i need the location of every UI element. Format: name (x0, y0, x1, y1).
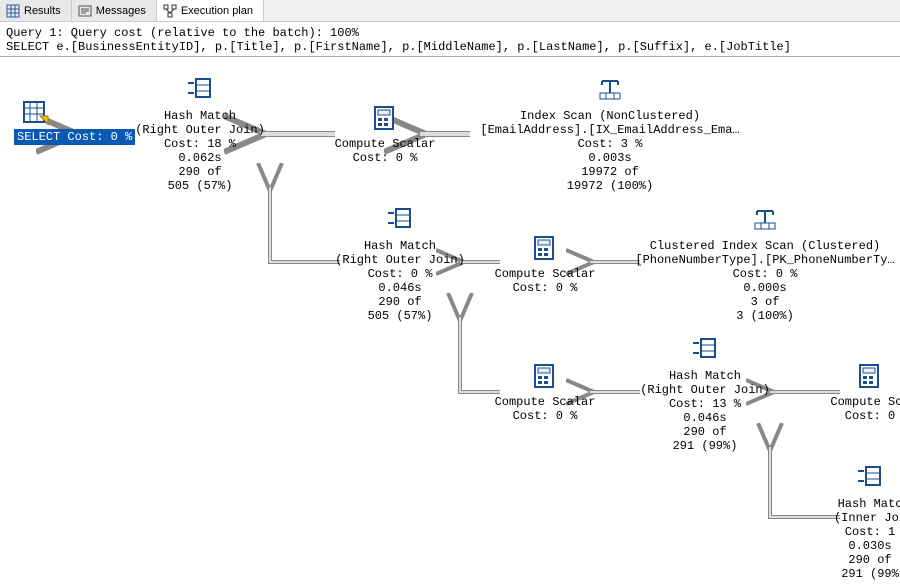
hash-match-node-3[interactable]: Hash Match (Right Outer Join) Cost: 13 %… (635, 337, 775, 453)
execution-plan-canvas[interactable]: SELECT Cost: 0 % Hash Match (Right Outer… (0, 57, 900, 587)
hash-match-icon (856, 465, 884, 495)
compute-scalar-node-2[interactable]: Compute Scalar Cost: 0 % (490, 235, 600, 295)
query-cost-line: Query 1: Query cost (relative to the bat… (6, 26, 894, 40)
select-result-icon (22, 116, 50, 130)
compute-scalar-icon (371, 105, 399, 135)
hash-match-node-4[interactable]: Hash Matc (Inner Joi Cost: 1 0.030s 290 … (830, 465, 900, 581)
select-node[interactable] (22, 100, 50, 130)
tab-messages[interactable]: Messages (72, 0, 157, 21)
tab-strip: Results Messages Execution plan (0, 0, 900, 22)
tab-label: Results (24, 5, 61, 17)
query-sql-line: SELECT e.[BusinessEntityID], p.[Title], … (6, 40, 894, 54)
hash-match-node-2[interactable]: Hash Match (Right Outer Join) Cost: 0 % … (330, 207, 470, 323)
compute-scalar-node-4[interactable]: Compute Sca Cost: 0 (825, 363, 900, 423)
grid-icon (6, 4, 20, 18)
hash-match-icon (186, 77, 214, 107)
tab-execution-plan[interactable]: Execution plan (157, 0, 264, 21)
tab-label: Messages (96, 5, 146, 17)
index-scan-icon (596, 77, 624, 107)
select-label: SELECT Cost: 0 % (14, 129, 135, 145)
tab-results[interactable]: Results (0, 0, 72, 21)
hash-match-node-1[interactable]: Hash Match (Right Outer Join) Cost: 18 %… (130, 77, 270, 193)
compute-scalar-icon (825, 363, 900, 393)
compute-scalar-node-3[interactable]: Compute Scalar Cost: 0 % (490, 363, 600, 423)
messages-icon (78, 4, 92, 18)
hash-match-icon (691, 337, 719, 367)
hash-match-icon (386, 207, 414, 237)
compute-scalar-icon (531, 363, 559, 393)
compute-scalar-icon (531, 235, 559, 265)
plan-icon (163, 4, 177, 18)
compute-scalar-node-1[interactable]: Compute Scalar Cost: 0 % (330, 105, 440, 165)
query-header: Query 1: Query cost (relative to the bat… (0, 22, 900, 57)
clustered-index-scan-node[interactable]: Clustered Index Scan (Clustered) [PhoneN… (630, 207, 900, 323)
index-scan-node-1[interactable]: Index Scan (NonClustered) [EmailAddress]… (470, 77, 750, 193)
tab-label: Execution plan (181, 5, 253, 17)
index-scan-icon (751, 207, 779, 237)
